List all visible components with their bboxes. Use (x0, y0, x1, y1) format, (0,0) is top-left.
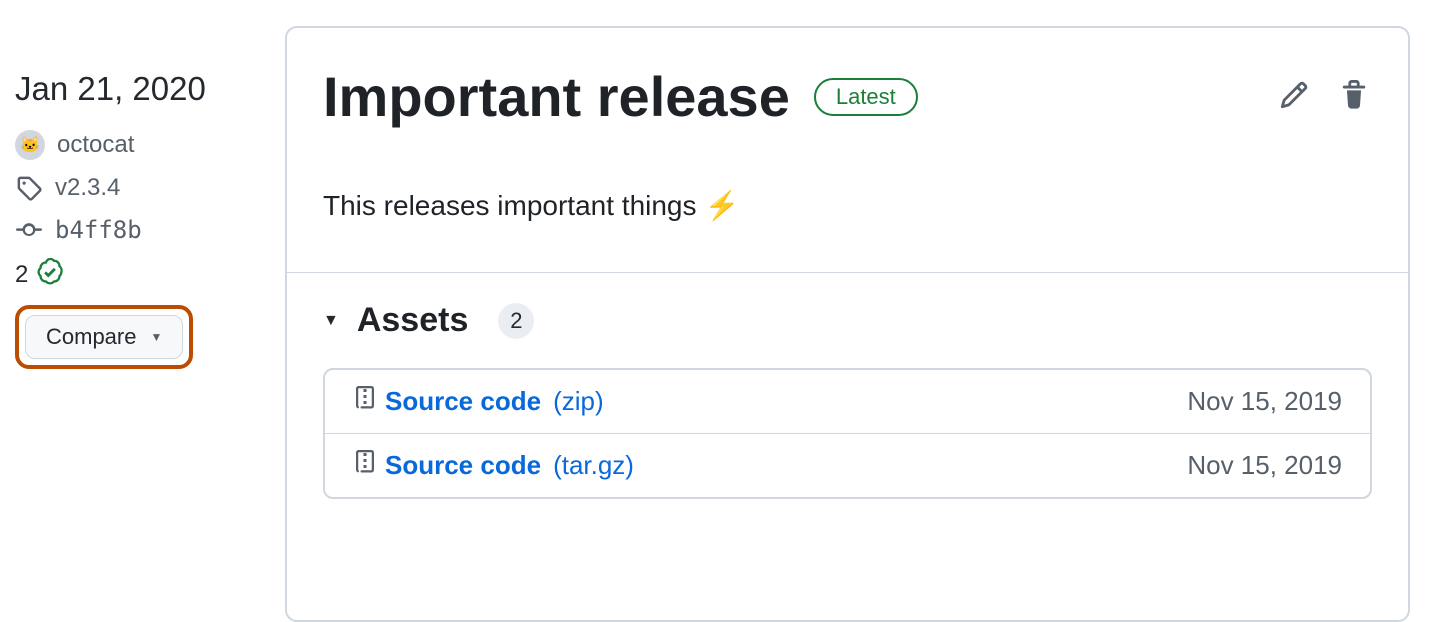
asset-row[interactable]: Source code (zip) Nov 15, 2019 (325, 370, 1370, 434)
commit-icon (15, 216, 43, 244)
zip-icon (353, 386, 377, 417)
asset-ext: (tar.gz) (553, 450, 634, 481)
compare-highlight: Compare ▼ (15, 305, 193, 369)
asset-list: Source code (zip) Nov 15, 2019 Source co… (323, 368, 1372, 499)
delete-button[interactable] (1336, 79, 1372, 115)
verified-row[interactable]: 2 (15, 258, 285, 291)
verified-count: 2 (15, 261, 28, 289)
disclosure-triangle-icon: ▼ (323, 312, 339, 330)
zip-icon (353, 450, 377, 481)
pencil-icon (1279, 80, 1309, 113)
tag-name: v2.3.4 (55, 174, 120, 202)
tag-row[interactable]: v2.3.4 (15, 174, 285, 202)
release-panel: Important release Latest This releases i… (285, 26, 1410, 622)
author-row[interactable]: 🐱 octocat (15, 130, 285, 160)
caret-down-icon: ▼ (150, 330, 162, 344)
commit-row[interactable]: b4ff8b (15, 216, 285, 244)
zap-icon: ⚡ (705, 189, 740, 222)
author-name: octocat (57, 131, 134, 159)
assets-title: Assets (357, 301, 469, 340)
release-description: This releases important things ⚡ (287, 129, 1408, 272)
asset-row[interactable]: Source code (tar.gz) Nov 15, 2019 (325, 434, 1370, 497)
avatar-icon: 🐱 (15, 130, 45, 160)
asset-date: Nov 15, 2019 (1187, 386, 1342, 417)
assets-count: 2 (498, 303, 534, 339)
compare-button[interactable]: Compare ▼ (25, 315, 183, 359)
asset-date: Nov 15, 2019 (1187, 450, 1342, 481)
description-text: This releases important things (323, 190, 697, 222)
asset-name: Source code (385, 450, 541, 481)
latest-badge: Latest (814, 78, 918, 116)
release-title: Important release (323, 64, 790, 129)
compare-label: Compare (46, 324, 136, 350)
asset-ext: (zip) (553, 386, 604, 417)
verified-icon (36, 258, 64, 291)
assets-toggle[interactable]: ▼ Assets 2 (323, 301, 1372, 340)
commit-sha: b4ff8b (55, 216, 142, 244)
tag-icon (15, 174, 43, 202)
edit-button[interactable] (1276, 79, 1312, 115)
release-date: Jan 21, 2020 (15, 70, 285, 108)
asset-name: Source code (385, 386, 541, 417)
trash-icon (1339, 80, 1369, 113)
